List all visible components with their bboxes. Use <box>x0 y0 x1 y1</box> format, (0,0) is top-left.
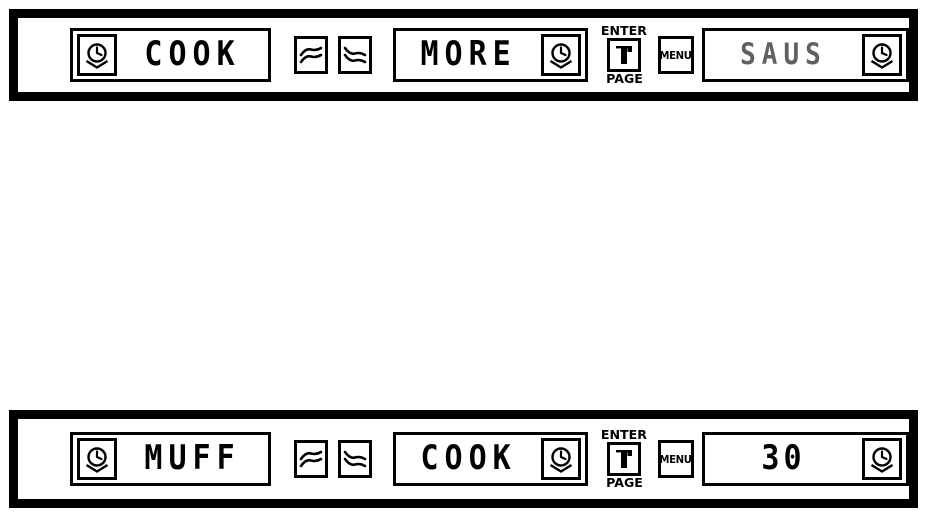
enter-page-key-top[interactable]: ENTER PAGE <box>598 25 650 85</box>
menu-button-label: MENU <box>659 48 693 62</box>
display-center-top[interactable]: MORE <box>393 28 589 82</box>
clock-icon <box>77 34 117 76</box>
chevron-double-down-icon[interactable] <box>338 440 373 478</box>
display-left-bottom[interactable]: MUFF <box>70 432 272 486</box>
menu-button-top[interactable]: MENU <box>657 36 694 74</box>
display-right-bottom[interactable]: 30 <box>701 432 909 486</box>
chevron-double-down-icon[interactable] <box>338 36 373 74</box>
display-center-bottom-text: COOK <box>420 438 517 479</box>
control-panel-bottom: MUFF COOK ENTER PAGE MENU 30 <box>9 410 918 508</box>
clock-icon <box>77 438 117 480</box>
enter-label: ENTER <box>601 428 648 442</box>
enter-label: ENTER <box>601 24 648 38</box>
menu-button-label: MENU <box>659 452 693 466</box>
chevron-buttons-bottom <box>289 440 377 478</box>
page-label: PAGE <box>605 72 643 86</box>
control-panel-top-content: COOK MORE ENTER PAGE MENU SAUS <box>18 18 909 92</box>
display-right-top-text: SAUS <box>740 38 827 72</box>
display-right-bottom-text: 30 <box>761 438 806 479</box>
control-panel-bottom-content: MUFF COOK ENTER PAGE MENU 30 <box>18 419 909 499</box>
clock-icon <box>861 438 902 480</box>
enter-page-key-bottom[interactable]: ENTER PAGE <box>598 429 650 489</box>
display-center-top-text: MORE <box>420 34 517 75</box>
display-left-top-text: COOK <box>144 34 241 75</box>
control-panel-top: COOK MORE ENTER PAGE MENU SAUS <box>9 9 918 101</box>
menu-button-bottom[interactable]: MENU <box>657 440 694 478</box>
page-enter-icon <box>607 442 642 476</box>
chevron-double-up-icon[interactable] <box>294 36 329 74</box>
display-right-top[interactable]: SAUS <box>701 28 909 82</box>
display-left-bottom-text: MUFF <box>144 438 241 479</box>
chevron-double-up-icon[interactable] <box>294 440 329 478</box>
page-label: PAGE <box>605 476 643 490</box>
clock-icon <box>541 34 582 76</box>
display-center-bottom[interactable]: COOK <box>393 432 589 486</box>
page-enter-icon <box>607 38 642 72</box>
display-left-top[interactable]: COOK <box>70 28 272 82</box>
clock-icon <box>861 34 902 76</box>
clock-icon <box>541 438 582 480</box>
chevron-buttons-top <box>289 36 377 74</box>
